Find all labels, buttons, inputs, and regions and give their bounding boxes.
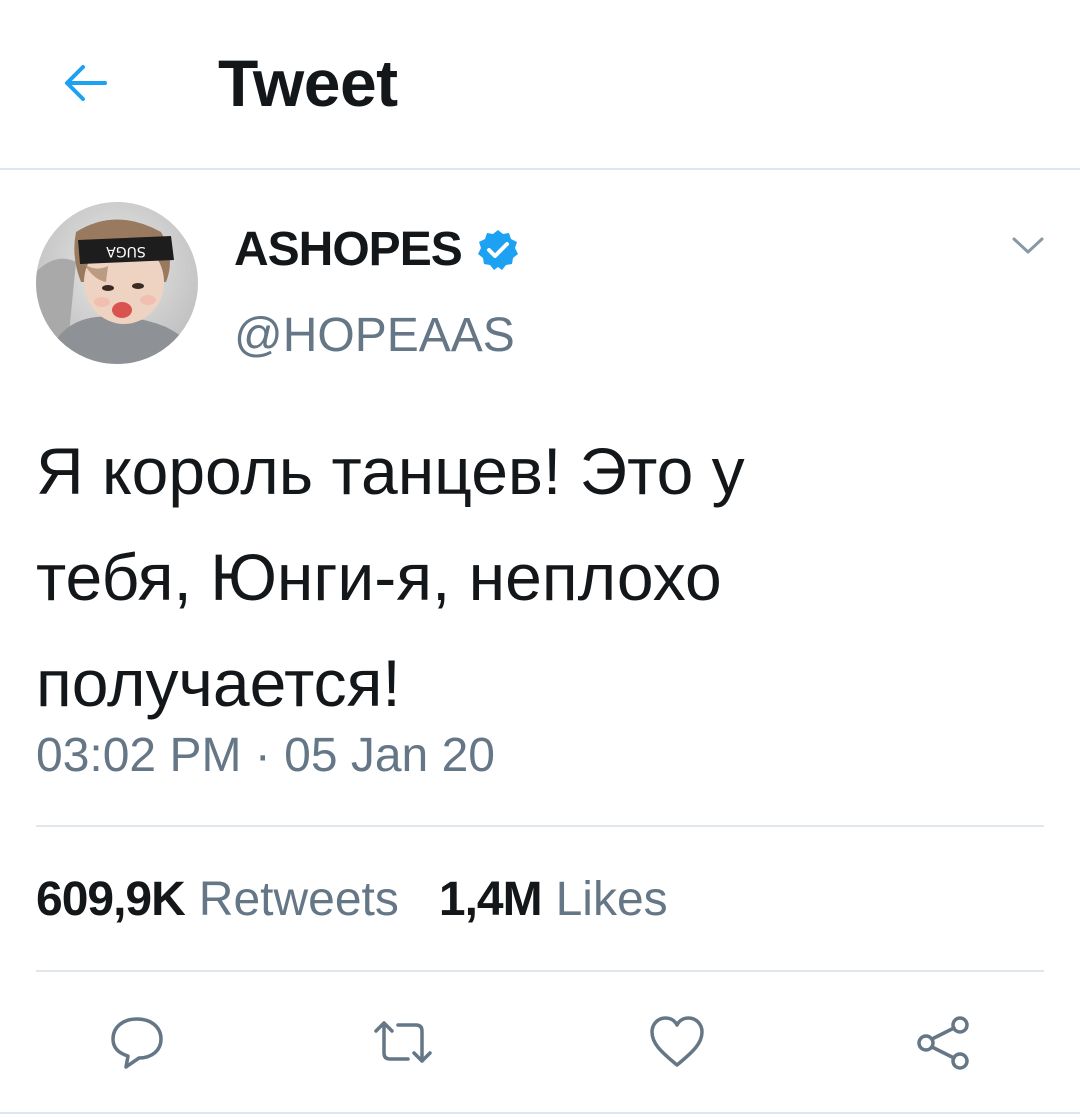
timestamp-separator: · [254, 729, 271, 782]
verified-badge-icon [476, 228, 520, 272]
tweet-time: 03:02 PM [36, 729, 242, 782]
author-name-row[interactable]: ASHOPES [234, 226, 520, 274]
like-button[interactable] [640, 1005, 714, 1079]
tweet-timestamp[interactable]: 03:02 PM · 05 Jan 20 [36, 732, 495, 780]
author-handle[interactable]: @HOPEAAS [234, 312, 515, 360]
tweet-text: Я король танцев! Это у тебя, Юнги-я, неп… [36, 418, 1036, 736]
page-title: Tweet [218, 46, 398, 120]
retweet-icon [374, 1021, 432, 1063]
tweet-action-bar [0, 1005, 1080, 1079]
retweets-label: Retweets [198, 873, 399, 926]
likes-label: Likes [555, 873, 668, 926]
divider [0, 1112, 1080, 1114]
like-icon [650, 1016, 704, 1067]
back-button[interactable] [52, 50, 118, 116]
reply-icon [111, 1017, 163, 1069]
tweet-text-line: получается! [36, 646, 401, 720]
avatar[interactable]: SUGA [36, 202, 198, 364]
divider [36, 825, 1044, 827]
tweet-date: 05 Jan 20 [284, 729, 495, 782]
retweets-count: 609,9K [36, 873, 186, 926]
likes-count: 1,4M [438, 873, 543, 926]
top-app-bar: Tweet [0, 0, 1080, 170]
display-name: ASHOPES [234, 223, 463, 276]
likes-stat[interactable]: 1,4M Likes [439, 876, 668, 924]
retweets-stat[interactable]: 609,9K Retweets [36, 876, 399, 924]
retweet-button[interactable] [366, 1005, 440, 1079]
tweet-text-line: тебя, Юнги-я, неплохо [36, 540, 722, 614]
share-button[interactable] [906, 1005, 980, 1079]
reply-button[interactable] [100, 1005, 174, 1079]
svg-text:SUGA: SUGA [106, 243, 146, 259]
tweet-text-line: Я король танцев! Это у [36, 434, 745, 508]
arrow-left-icon [65, 65, 107, 101]
divider [36, 970, 1044, 972]
share-icon [917, 1016, 969, 1070]
chevron-down-icon [1012, 237, 1044, 254]
tweet-stats: 609,9K Retweets 1,4M Likes [36, 876, 708, 924]
tweet-menu-button[interactable] [1008, 226, 1048, 266]
